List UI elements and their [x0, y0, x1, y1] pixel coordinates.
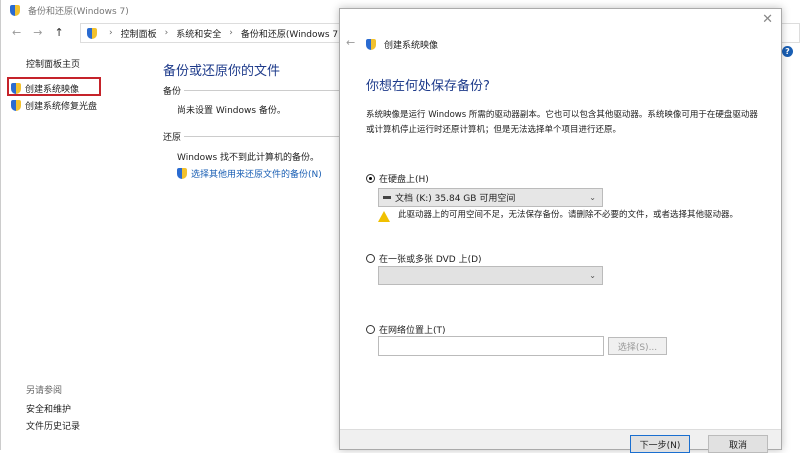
- sidebar-item-create-image[interactable]: 创建系统映像: [11, 82, 79, 95]
- window-title: 备份和还原(Windows 7): [28, 7, 129, 17]
- link-label: 选择其他用来还原文件的备份(N): [191, 170, 322, 180]
- shield-icon: [177, 168, 187, 179]
- radio-label: 在一张或多张 DVD 上(D): [379, 255, 482, 265]
- select-location-button[interactable]: 选择(S)...: [608, 337, 667, 355]
- section-label: 备份: [163, 87, 182, 97]
- restore-status: Windows 找不到此计算机的备份。: [177, 153, 320, 163]
- back-icon[interactable]: ←: [12, 26, 21, 39]
- chevron-icon: ›: [109, 28, 113, 38]
- restore-other-link[interactable]: 选择其他用来还原文件的备份(N): [177, 167, 322, 180]
- breadcrumb-item[interactable]: 系统和安全: [176, 27, 221, 40]
- radio-hard-disk[interactable]: 在硬盘上(H): [366, 172, 429, 185]
- close-icon[interactable]: ✕: [762, 12, 773, 27]
- restore-section-header: 还原: [163, 130, 343, 143]
- radio-unchecked-icon: [366, 254, 375, 263]
- control-panel-icon: [87, 27, 97, 39]
- backup-section-header: 备份: [163, 84, 343, 97]
- sidebar-item-label: 创建系统映像: [25, 85, 80, 95]
- backup-status: 尚未设置 Windows 备份。: [177, 106, 286, 116]
- dialog-description: 系统映像是运行 Windows 所需的驱动器副本。它也可以包含其他驱动器。系统映…: [366, 110, 758, 135]
- page-title: 备份或还原你的文件: [163, 64, 281, 79]
- chevron-icon: ›: [164, 28, 169, 38]
- dialog-question: 你想在何处保存备份?: [366, 79, 490, 94]
- help-icon[interactable]: ?: [782, 46, 793, 57]
- warning-icon: [378, 211, 390, 222]
- up-icon[interactable]: ↑: [54, 26, 63, 39]
- breadcrumb-item[interactable]: 控制面板: [121, 27, 157, 40]
- warning-text: 此驱动器上的可用空间不足，无法保存备份。请删除不必要的文件，或者选择其他驱动器。: [398, 210, 739, 220]
- chevron-down-icon: ⌄: [589, 193, 596, 202]
- space-warning: 此驱动器上的可用空间不足，无法保存备份。请删除不必要的文件，或者选择其他驱动器。: [378, 208, 758, 222]
- file-history-link[interactable]: 文件历史记录: [26, 419, 80, 432]
- network-location-input[interactable]: [378, 336, 604, 356]
- dialog-title: 创建系统映像: [366, 38, 438, 51]
- radio-unchecked-icon: [366, 325, 375, 334]
- forward-icon[interactable]: →: [33, 26, 42, 39]
- radio-dvd[interactable]: 在一张或多张 DVD 上(D): [366, 252, 482, 265]
- drive-icon: [383, 196, 391, 199]
- next-button[interactable]: 下一步(N): [630, 435, 690, 453]
- sidebar-home-link[interactable]: 控制面板主页: [26, 57, 80, 70]
- breadcrumb-item[interactable]: 备份和还原(Windows 7): [241, 27, 342, 40]
- radio-label: 在网络位置上(T): [379, 326, 446, 336]
- system-image-icon: [366, 39, 376, 50]
- cancel-button[interactable]: 取消: [708, 435, 768, 453]
- sidebar-item-repair-disc[interactable]: 创建系统修复光盘: [11, 99, 97, 112]
- dvd-select[interactable]: ⌄: [378, 266, 603, 285]
- chevron-down-icon: ⌄: [589, 271, 596, 280]
- shield-icon: [11, 83, 21, 94]
- radio-checked-icon: [366, 174, 375, 183]
- dialog-title-text: 创建系统映像: [384, 41, 439, 51]
- radio-network[interactable]: 在网络位置上(T): [366, 323, 446, 336]
- hard-disk-select[interactable]: 文档 (K:) 35.84 GB 可用空间 ⌄: [378, 188, 603, 207]
- nav-buttons: ← → ↑: [12, 26, 64, 39]
- see-also-label: 另请参阅: [26, 386, 63, 396]
- app-icon: [10, 5, 20, 16]
- sidebar-item-label: 创建系统修复光盘: [25, 102, 98, 112]
- chevron-icon: ›: [229, 28, 233, 38]
- security-link[interactable]: 安全和维护: [26, 402, 71, 415]
- create-system-image-dialog: ✕ ← 创建系统映像 你想在何处保存备份? 系统映像是运行 Windows 所需…: [339, 8, 782, 453]
- radio-label: 在硬盘上(H): [379, 175, 429, 185]
- select-value: 文档 (K:) 35.84 GB 可用空间: [395, 194, 516, 204]
- section-label: 还原: [163, 133, 182, 143]
- shield-icon: [11, 100, 21, 111]
- back-icon[interactable]: ←: [346, 36, 355, 49]
- window-titlebar: 备份和还原(Windows 7): [10, 4, 129, 17]
